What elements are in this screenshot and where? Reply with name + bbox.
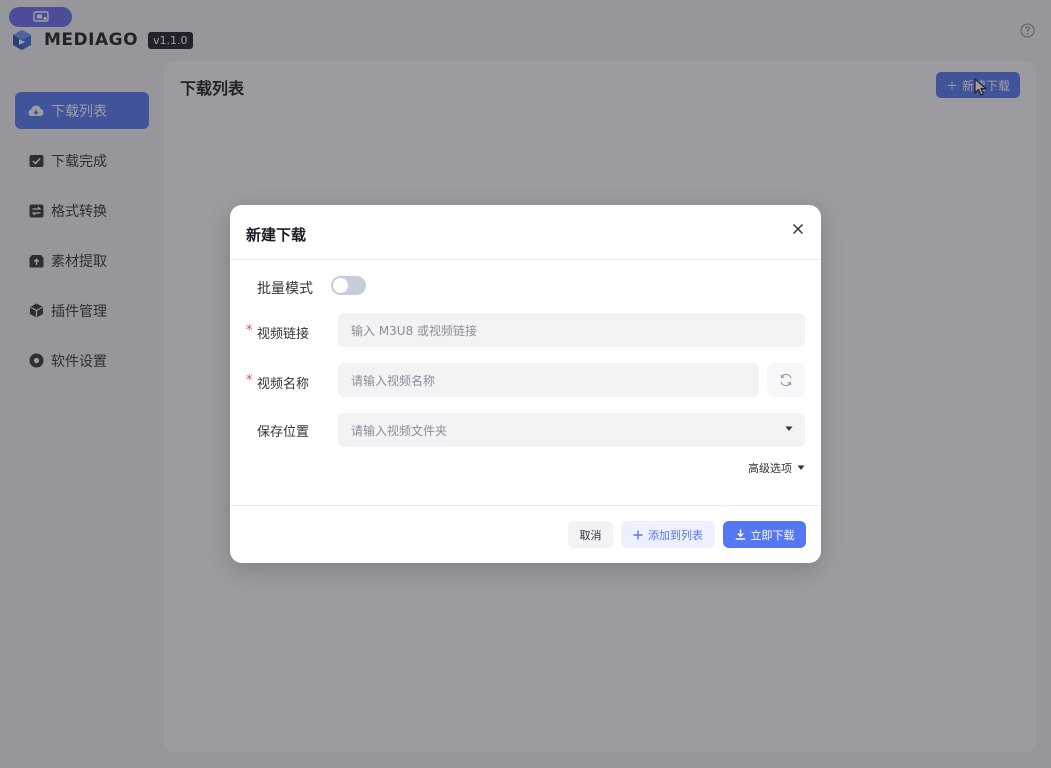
required-marker: * — [246, 323, 253, 338]
video-link-label: 视频链接 — [257, 327, 310, 342]
advanced-options-label: 高级选项 — [748, 462, 792, 475]
refresh-name-button[interactable] — [767, 363, 805, 397]
download-now-label: 立即下载 — [750, 528, 795, 542]
video-name-placeholder: 请输入视频名称 — [351, 373, 436, 388]
save-location-select[interactable]: 请输入视频文件夹 — [338, 413, 805, 447]
download-now-button[interactable]: 立即下载 — [723, 521, 806, 548]
video-name-input[interactable]: 请输入视频名称 — [338, 363, 759, 397]
new-download-dialog: 新建下载 批量模式 * 视频链接 输入 M3U8 或视频链接 * 视频名称 请输… — [230, 205, 821, 563]
dialog-footer: 取消 添加到列表 立即下载 — [230, 505, 821, 563]
batch-mode-label: 批量模式 — [257, 281, 313, 297]
close-icon[interactable] — [791, 222, 805, 236]
cancel-button[interactable]: 取消 — [568, 521, 613, 548]
dialog-header: 新建下载 — [230, 205, 821, 260]
download-icon — [735, 529, 745, 540]
save-location-placeholder: 请输入视频文件夹 — [351, 423, 448, 438]
video-name-label: 视频名称 — [257, 377, 310, 392]
add-to-list-button[interactable]: 添加到列表 — [621, 521, 715, 548]
cancel-label: 取消 — [579, 528, 602, 542]
batch-mode-toggle[interactable] — [331, 276, 366, 295]
add-to-list-label: 添加到列表 — [648, 528, 703, 542]
video-link-placeholder: 输入 M3U8 或视频链接 — [351, 323, 478, 338]
toggle-knob — [333, 278, 348, 293]
chevron-down-icon — [785, 426, 793, 431]
advanced-options-toggle[interactable]: 高级选项 — [748, 460, 805, 476]
save-location-label: 保存位置 — [257, 425, 310, 440]
refresh-icon — [780, 373, 792, 387]
plus-icon — [633, 530, 643, 539]
caret-down-icon — [797, 465, 805, 470]
required-marker: * — [246, 373, 253, 388]
video-link-input[interactable]: 输入 M3U8 或视频链接 — [338, 313, 805, 347]
dialog-title: 新建下载 — [246, 226, 307, 244]
